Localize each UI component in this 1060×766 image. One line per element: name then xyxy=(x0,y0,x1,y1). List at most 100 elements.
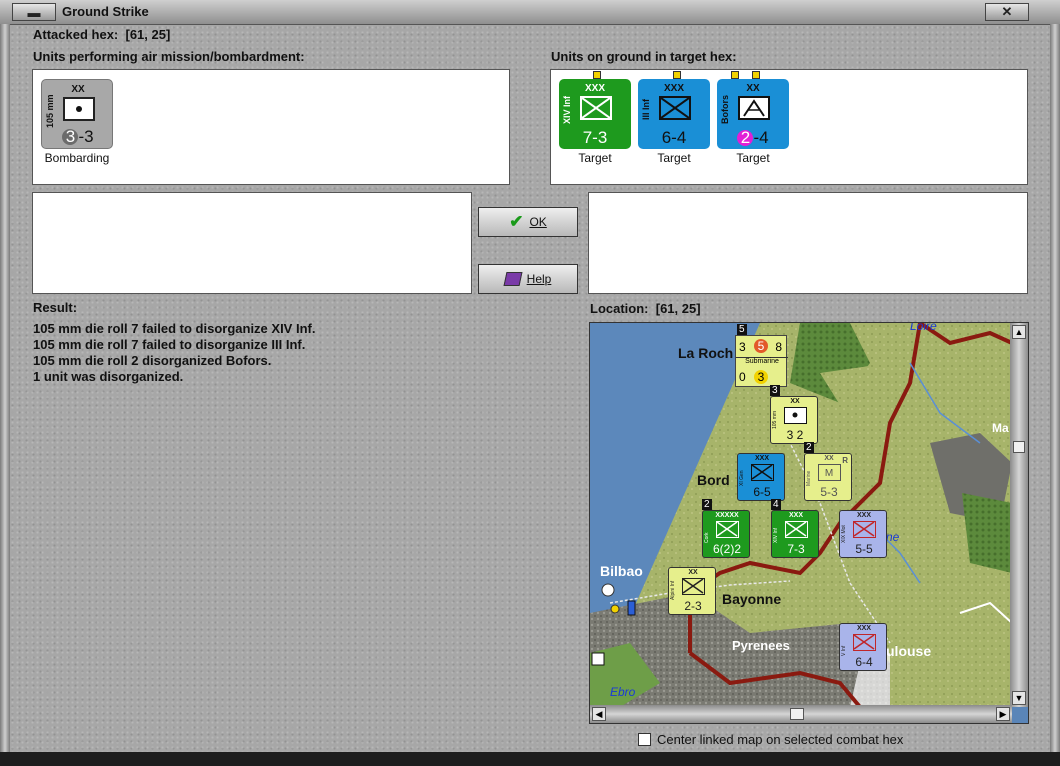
map-unit-counter[interactable]: XXX XI Gen 6-5 xyxy=(737,453,785,501)
help-book-icon xyxy=(503,272,523,286)
map-vertical-scrollbar[interactable]: ▲ ▼ xyxy=(1010,323,1028,707)
vertical-scroll-thumb[interactable] xyxy=(1013,441,1025,453)
svg-text:M: M xyxy=(825,468,833,479)
unit-counter-105mm[interactable]: 105 mm XX 3 -3 xyxy=(41,79,113,149)
map-unit-strength: 6-4 xyxy=(855,655,873,669)
stack-count: 3 xyxy=(770,385,780,396)
map-place-label: Bord xyxy=(697,472,730,488)
air-units-panel: 105 mm XX 3 -3 Bombarding xyxy=(32,69,510,185)
map-unit-strength: 5-5 xyxy=(855,542,873,556)
map-place-label: Pyrenees xyxy=(732,638,790,653)
scroll-up-arrow-icon[interactable]: ▲ xyxy=(1012,325,1026,339)
map-unit-name: XIV Inf xyxy=(773,527,779,543)
map-unit-counter[interactable]: XXX V Inf 6-4 xyxy=(839,623,887,671)
unit-counter-bofors[interactable]: Bofors XX 2 -4 xyxy=(717,79,789,149)
attacker-detail-panel xyxy=(32,192,472,294)
map-place-label: Bilbao xyxy=(600,563,643,579)
horizontal-scroll-thumb[interactable] xyxy=(790,708,804,720)
map-unit-counter[interactable]: XX Alpini Inf 2-3 xyxy=(668,567,716,615)
map-unit-strength: 7-3 xyxy=(787,542,805,556)
strength-rest: -4 xyxy=(753,128,769,147)
unit-tag: R xyxy=(842,456,848,465)
map-horizontal-scrollbar[interactable]: ◀ ▶ xyxy=(590,705,1012,723)
result-line: 1 unit was disorganized. xyxy=(33,369,184,384)
strength-circle: 2 xyxy=(737,129,754,146)
scroll-down-arrow-icon[interactable]: ▼ xyxy=(1012,691,1026,705)
map-place-label: Ma xyxy=(992,421,1009,435)
attacked-hex-row: Attacked hex: [61, 25] xyxy=(33,27,170,42)
result-line: 105 mm die roll 2 disorganized Bofors. xyxy=(33,353,272,368)
scroll-right-arrow-icon[interactable]: ▶ xyxy=(996,707,1010,721)
attacked-hex-value: [61, 25] xyxy=(125,27,171,42)
ok-button[interactable]: ✔ OK xyxy=(478,207,578,237)
ground-units-heading: Units on ground in target hex: xyxy=(551,49,737,64)
center-map-checkbox-label: Center linked map on selected combat hex xyxy=(657,732,904,747)
map-unit-symbol-icon xyxy=(784,407,807,424)
result-line: 105 mm die roll 7 failed to disorganize … xyxy=(33,337,306,352)
unit-counter-xiv-inf[interactable]: XIV Inf XXX 7-3 xyxy=(559,79,631,149)
stack-count: 4 xyxy=(771,499,781,510)
map-unit-symbol-icon: M xyxy=(818,464,841,481)
naval-value: 0 xyxy=(739,370,746,384)
defender-detail-panel xyxy=(588,192,1028,294)
artillery-symbol-icon xyxy=(63,97,95,121)
map-unit-symbol-icon xyxy=(751,464,774,481)
unit-caption: Target xyxy=(657,151,691,165)
stack-pip xyxy=(731,71,739,79)
map-unit-counter[interactable]: XXX XIX Mot 5-5 xyxy=(839,510,887,558)
map-unit-strength: 6-5 xyxy=(753,485,771,499)
map-river-label: Loire xyxy=(910,322,937,333)
unit-size: XX xyxy=(746,83,760,94)
unit-size: XXX xyxy=(584,83,605,94)
map-unit-strength: 3 2 xyxy=(786,428,804,442)
title-bar: ▬ Ground Strike ✕ xyxy=(0,0,1060,25)
center-map-checkbox-row[interactable]: Center linked map on selected combat hex xyxy=(638,732,903,747)
map-unit-counter[interactable]: XXXXX Cork 6(2)2 2 xyxy=(702,499,750,558)
map-unit-name: XI Gen xyxy=(739,470,745,486)
map-unit-symbol-icon xyxy=(682,578,705,595)
map-unit-name: XIX Mot xyxy=(841,525,847,543)
map-unit-name: Marine xyxy=(806,470,812,486)
ok-label: OK xyxy=(529,215,547,229)
map-unit-name: 105 mm xyxy=(772,410,778,429)
system-menu-button[interactable]: ▬ xyxy=(12,3,56,21)
close-button[interactable]: ✕ xyxy=(985,3,1029,21)
attacked-hex-label: Attacked hex: xyxy=(33,27,119,42)
map-river-label: Ebro xyxy=(610,685,636,699)
location-value: [61, 25] xyxy=(655,301,701,316)
map-unit-counter[interactable]: XXX XIV Inf 7-3 4 xyxy=(771,499,819,558)
map-unit-symbol-icon xyxy=(853,634,876,651)
map-unit-counter[interactable]: XX Marine M 5-3 2 R xyxy=(804,442,852,501)
stack-count: 2 xyxy=(702,499,712,510)
map-unit-name: Cork xyxy=(704,532,710,543)
result-line: 105 mm die roll 7 failed to disorganize … xyxy=(33,321,316,336)
map-unit-size: XX xyxy=(688,569,698,576)
map-place-label: La Roch xyxy=(678,345,734,361)
map-unit-strength: 6(2)2 xyxy=(712,542,741,556)
center-map-checkbox[interactable] xyxy=(638,733,651,746)
map-unit-symbol-icon xyxy=(716,521,739,538)
scroll-left-arrow-icon[interactable]: ◀ xyxy=(592,707,606,721)
naval-stack[interactable]: 5 3 5 8 Submarine 0 3 xyxy=(735,324,788,387)
unit-strength: 7-3 xyxy=(582,128,608,147)
naval-value: 3 xyxy=(754,370,768,384)
map-unit-size: XXX xyxy=(856,512,871,519)
unit-counter-iii-inf[interactable]: III Inf XXX 6-4 xyxy=(638,79,710,149)
strength-rest: -3 xyxy=(78,127,94,146)
map-unit-name: V Inf xyxy=(841,645,847,656)
help-label: Help xyxy=(526,272,552,286)
map-view[interactable]: La Roch Bord Bilbao Bayonne Pyrenees ulo… xyxy=(589,322,1029,724)
window-title: Ground Strike xyxy=(62,4,149,19)
map-unit-counter[interactable]: XX 105 mm 3 2 3 xyxy=(770,385,818,444)
help-button[interactable]: Help xyxy=(478,264,578,294)
map-place-label: ulouse xyxy=(886,643,932,659)
stack-count: 2 xyxy=(804,442,814,453)
map-unit-size: XXXXX xyxy=(715,512,739,519)
unit-size: XX xyxy=(71,84,85,95)
ground-units-panel: XIV Inf XXX 7-3 Target III Inf XXX 6-4 T… xyxy=(550,69,1028,185)
naval-value: 3 xyxy=(739,340,746,354)
unit-size: XXX xyxy=(663,83,684,94)
naval-type: Submarine xyxy=(736,357,788,365)
taskbar xyxy=(0,752,1060,766)
strength-circle: 3 xyxy=(62,128,79,145)
